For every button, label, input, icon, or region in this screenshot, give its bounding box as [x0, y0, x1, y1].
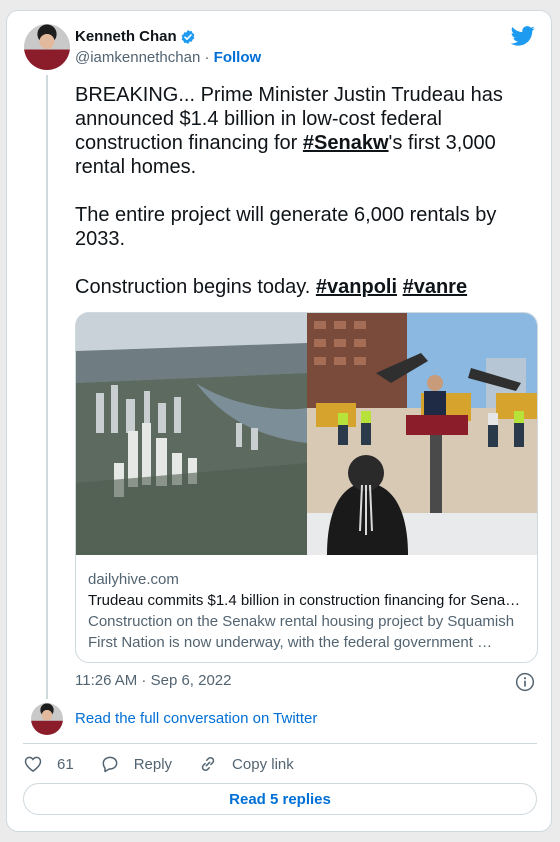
- read-conversation-link[interactable]: Read the full conversation on Twitter: [75, 710, 317, 727]
- hashtag-vanpoli[interactable]: #vanpoli: [316, 276, 397, 298]
- heart-icon: [24, 756, 42, 772]
- author-name[interactable]: Kenneth Chan: [75, 28, 177, 45]
- hashtag-senakw[interactable]: #Senakw: [303, 132, 389, 154]
- copy-link-label: Copy link: [232, 755, 294, 773]
- reply-bubble-icon: [102, 756, 118, 773]
- author-handle[interactable]: @iamkennethchan: [75, 49, 200, 66]
- tweet-timestamp[interactable]: 11:26 AM · Sep 6, 2022: [75, 672, 232, 689]
- copy-link-button[interactable]: Copy link: [198, 754, 294, 774]
- tweet-paragraph-2: The entire project will generate 6,000 r…: [75, 204, 497, 250]
- link-description: Construction on the Senakw rental housin…: [88, 613, 515, 651]
- twitter-bird-icon[interactable]: [511, 26, 535, 46]
- hashtag-vanre[interactable]: #vanre: [403, 276, 468, 298]
- like-count: 61: [57, 755, 74, 773]
- link-icon: [201, 756, 215, 772]
- separator-dot: ·: [204, 49, 210, 66]
- reply-label: Reply: [133, 755, 173, 773]
- handle-row: @iamkennethchan · Follow: [75, 49, 261, 66]
- tweet-text: BREAKING... Prime Minister Justin Trudea…: [75, 83, 525, 323]
- like-button[interactable]: 61: [23, 754, 74, 774]
- link-preview-meta: dailyhive.com Trudeau commits $1.4 billi…: [88, 569, 528, 653]
- avatar[interactable]: [24, 24, 70, 70]
- divider: [23, 743, 537, 744]
- tweet-text-segment: Construction begins today.: [75, 276, 316, 298]
- reply-button[interactable]: Reply: [100, 754, 172, 774]
- tweet-card: Kenneth Chan @iamkennethchan · Follow BR…: [6, 10, 552, 832]
- follow-button[interactable]: Follow: [214, 49, 262, 66]
- tweet-paragraph-3: Construction begins today. #vanpoli #van…: [75, 275, 525, 299]
- info-icon[interactable]: [515, 672, 535, 692]
- small-avatar[interactable]: [31, 703, 63, 735]
- link-preview-card[interactable]: dailyhive.com Trudeau commits $1.4 billi…: [75, 312, 538, 663]
- action-bar: 61 Reply Copy link: [23, 753, 320, 775]
- thread-line: [46, 75, 48, 699]
- verified-badge-icon: [181, 30, 195, 44]
- tweet-paragraph-1: BREAKING... Prime Minister Justin Trudea…: [75, 83, 525, 179]
- read-replies-button[interactable]: Read 5 replies: [23, 783, 537, 815]
- link-title[interactable]: Trudeau commits $1.4 billion in construc…: [88, 590, 528, 611]
- link-domain: dailyhive.com: [88, 571, 179, 588]
- link-preview-image[interactable]: [76, 313, 538, 555]
